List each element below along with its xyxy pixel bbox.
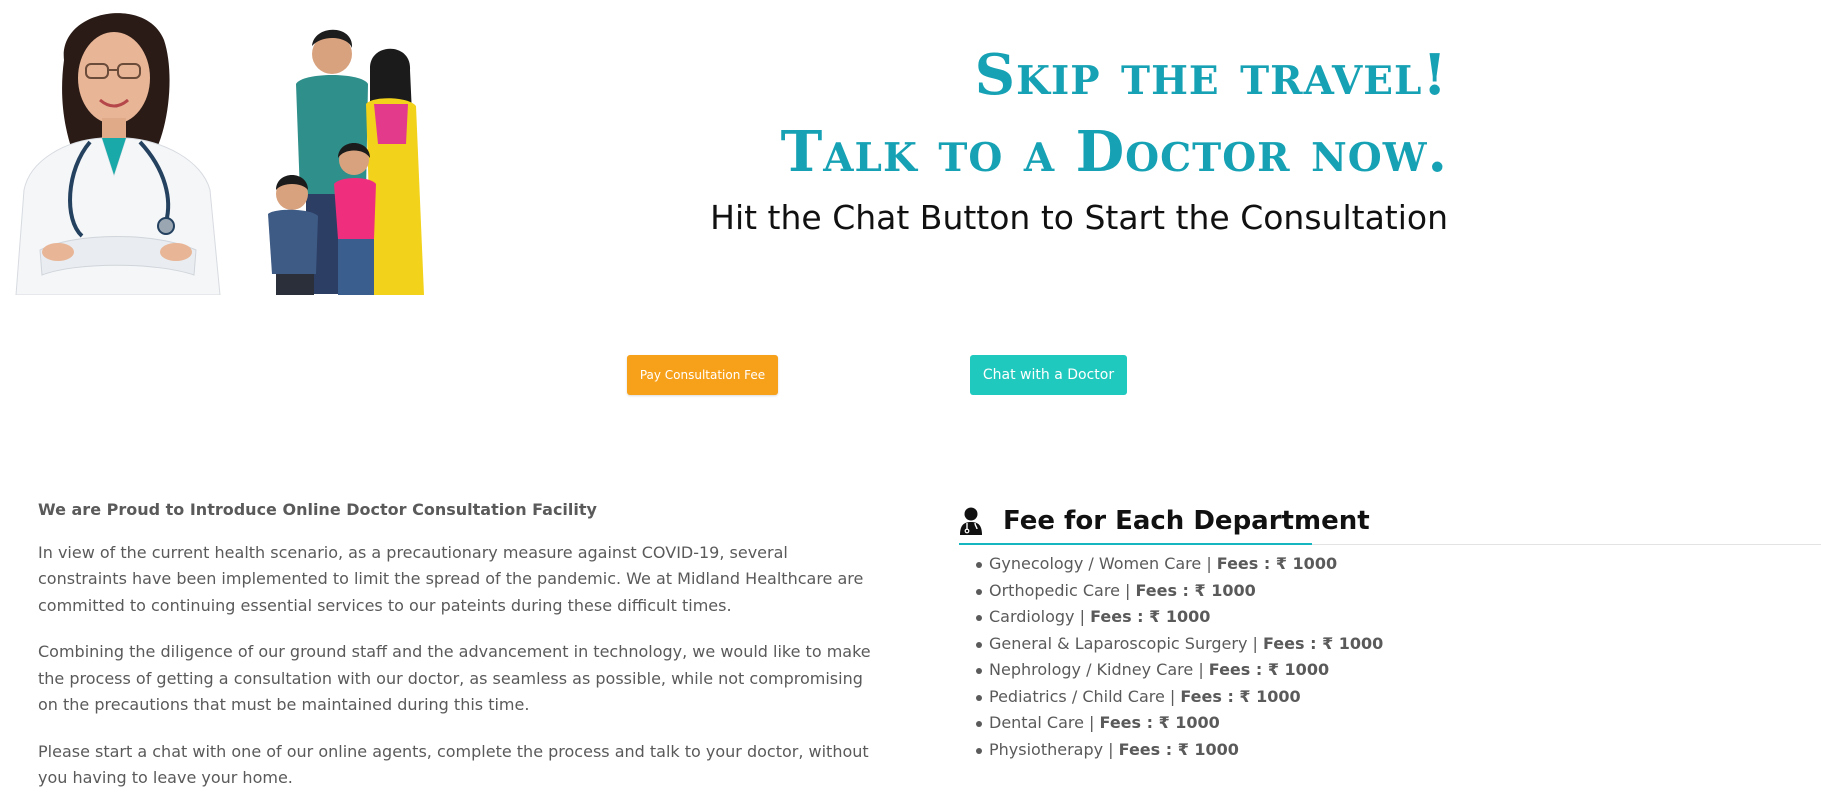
separator: | — [1164, 686, 1181, 706]
department-name: Orthopedic Care — [989, 580, 1120, 600]
intro-heading: We are Proud to Introduce Online Doctor … — [38, 500, 597, 519]
intro-paragraph: Please start a chat with one of our onli… — [38, 741, 869, 788]
separator: | — [1198, 660, 1209, 679]
separator: | — [1119, 580, 1136, 600]
list-item: Gynecology / Women Care | Fees : ₹ 1000 — [959, 551, 1821, 578]
hero-headline-skip-travel: Skip the travel! — [974, 42, 1448, 108]
department-name: General & Laparoscopic Surgery — [989, 633, 1248, 653]
list-item: Nephrology / Kidney Care | Fees : ₹ 1000 — [959, 657, 1821, 684]
department-name: Pediatrics / Child Care — [989, 686, 1165, 706]
list-item: General & Laparoscopic Surgery | Fees : … — [959, 631, 1821, 658]
fee-header: Fee for Each Department — [959, 498, 1821, 545]
fee-section: Fee for Each Department Gynecology / Wom… — [959, 498, 1821, 763]
list-item: Pediatrics / Child Care | Fees : ₹ 1000 — [959, 684, 1821, 711]
chat-with-doctor-button[interactable]: Chat with a Doctor — [970, 355, 1127, 395]
intro-section: We are Proud to Introduce Online Doctor … — [38, 497, 878, 810]
hero-subtitle: Hit the Chat Button to Start the Consult… — [710, 198, 1448, 237]
department-fee: Fees : ₹ 1000 — [1090, 607, 1211, 626]
separator: | — [1074, 607, 1091, 626]
intro-paragraph: In view of the current health scenario, … — [38, 542, 864, 615]
pay-consultation-fee-button[interactable]: Pay Consultation Fee — [627, 355, 778, 395]
intro-paragraph: Combining the diligence of our ground st… — [38, 642, 871, 714]
department-fee: Fees : ₹ 1000 — [1099, 713, 1220, 732]
fee-section-title: Fee for Each Department — [1003, 506, 1370, 536]
department-fee: Fees : ₹ 1000 — [1208, 660, 1330, 679]
department-fee: Fees : ₹ 1000 — [1263, 633, 1384, 653]
department-name: Physiotherapy — [989, 739, 1104, 759]
list-item: Physiotherapy | Fees : ₹ 1000 — [959, 737, 1821, 764]
list-item: Orthopedic Care | Fees : ₹ 1000 — [959, 578, 1821, 605]
separator: | — [1103, 739, 1119, 759]
doctor-image — [15, 13, 221, 295]
hero-headline-talk-doctor: Talk to a Doctor now. — [780, 119, 1448, 185]
list-item: Dental Care | Fees : ₹ 1000 — [959, 710, 1821, 737]
department-name: Cardiology — [989, 607, 1075, 626]
department-name: Gynecology / Women Care — [989, 554, 1202, 573]
list-item: Cardiology | Fees : ₹ 1000 — [959, 604, 1821, 631]
separator: | — [1247, 633, 1264, 653]
department-fee: Fees : ₹ 1000 — [1216, 554, 1338, 573]
separator: | — [1201, 554, 1217, 573]
page: Skip the travel! Talk to a Doctor now. H… — [0, 0, 1821, 810]
separator: | — [1083, 713, 1100, 732]
department-fee: Fees : ₹ 1000 — [1118, 739, 1239, 759]
fee-list: Gynecology / Women Care | Fees : ₹ 1000 … — [959, 551, 1821, 763]
department-fee: Fees : ₹ 1000 — [1135, 580, 1256, 600]
department-fee: Fees : ₹ 1000 — [1180, 686, 1301, 706]
department-name: Dental Care — [989, 713, 1084, 732]
family-image — [268, 29, 424, 295]
department-name: Nephrology / Kidney Care — [989, 660, 1199, 679]
doctor-icon — [960, 507, 982, 535]
